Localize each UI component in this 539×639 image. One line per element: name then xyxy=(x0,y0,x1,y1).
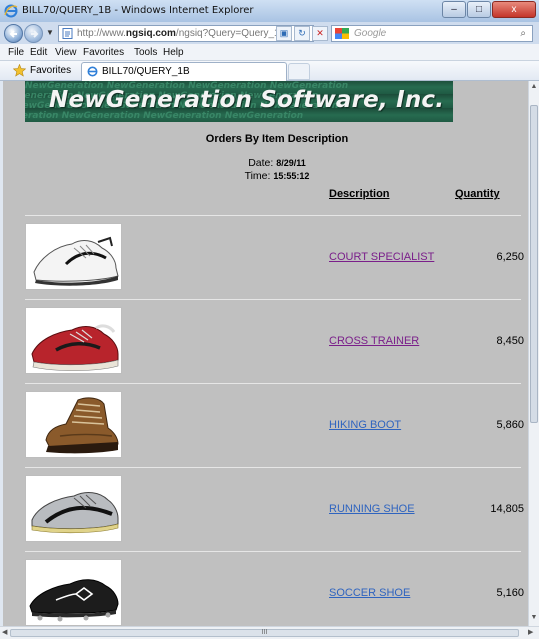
tab-title: BILL70/QUERY_1B xyxy=(102,66,190,77)
item-quantity: 14,805 xyxy=(490,503,524,515)
history-dropdown-icon[interactable]: ▼ xyxy=(46,28,54,37)
menu-view[interactable]: View xyxy=(55,47,77,58)
new-tab-button[interactable] xyxy=(288,63,310,80)
item-link[interactable]: COURT SPECIALIST xyxy=(329,251,434,263)
refresh-icon[interactable]: ↻ xyxy=(294,26,310,41)
item-quantity: 8,450 xyxy=(496,335,524,347)
row-separator xyxy=(25,215,521,216)
horizontal-scrollbar[interactable]: ◀ III ▶ xyxy=(0,626,539,639)
favorites-star-icon[interactable] xyxy=(13,64,26,77)
vertical-scrollbar[interactable]: ▲ ▼ xyxy=(528,81,539,626)
item-link[interactable]: CROSS TRAINER xyxy=(329,335,419,347)
item-link[interactable]: HIKING BOOT xyxy=(329,419,401,431)
cross-trainer-shoe-image xyxy=(25,307,122,374)
back-arrow-icon xyxy=(9,30,17,38)
forward-arrow-icon xyxy=(31,30,39,38)
compatibility-view-icon[interactable]: ▣ xyxy=(276,26,292,41)
scroll-up-icon[interactable]: ▲ xyxy=(530,83,538,91)
back-button[interactable] xyxy=(4,24,23,43)
soccer-shoe-image xyxy=(25,559,122,626)
item-link[interactable]: SOCCER SHOE xyxy=(329,587,410,599)
scroll-down-icon[interactable]: ▼ xyxy=(530,614,538,622)
row-separator xyxy=(25,299,521,300)
hiking-boot-image xyxy=(25,391,122,458)
ie-page-icon xyxy=(87,66,98,77)
menu-tools[interactable]: Tools xyxy=(134,47,157,58)
item-quantity: 5,860 xyxy=(496,419,524,431)
stop-icon[interactable]: ✕ xyxy=(312,26,328,41)
favorites-button[interactable]: Favorites xyxy=(30,65,71,76)
row-separator xyxy=(25,467,521,468)
item-quantity: 5,160 xyxy=(496,587,524,599)
close-button[interactable]: x xyxy=(492,1,536,18)
row-separator xyxy=(25,383,521,384)
court-specialist-shoe-image xyxy=(25,223,122,290)
search-icon[interactable]: ⌕ xyxy=(520,26,526,41)
horizontal-scroll-thumb[interactable]: III xyxy=(10,629,519,637)
company-logo-text: NewGeneration Software, Inc. xyxy=(49,87,445,113)
menu-file[interactable]: File xyxy=(8,47,24,58)
item-quantity: 6,250 xyxy=(496,251,524,263)
search-input[interactable]: Google ⌕ xyxy=(331,25,533,42)
vertical-scroll-thumb[interactable] xyxy=(530,105,538,423)
page-icon xyxy=(62,28,73,39)
window-title-bar: BILL70/QUERY_1B - Windows Internet Explo… xyxy=(0,0,539,22)
menu-bar: File Edit View Favorites Tools Help xyxy=(0,44,539,61)
column-header-description: Description xyxy=(329,188,390,200)
menu-edit[interactable]: Edit xyxy=(30,47,47,58)
report-date: Date: 8/29/11 xyxy=(248,157,306,169)
address-toolbar: ▼ http://www.ngsiq.com/ngsiq?Query=Query… xyxy=(0,22,539,44)
item-link[interactable]: RUNNING SHOE xyxy=(329,503,415,515)
report-title: Orders By Item Description xyxy=(205,133,349,145)
page-content: NewGeneration NewGeneration NewGeneratio… xyxy=(0,81,528,626)
scroll-right-icon[interactable]: ▶ xyxy=(528,628,533,636)
google-icon xyxy=(335,28,349,39)
maximize-button[interactable]: □ xyxy=(467,1,491,18)
column-header-quantity: Quantity xyxy=(455,188,500,200)
scroll-left-icon[interactable]: ◀ xyxy=(2,628,7,636)
company-logo-banner: NewGeneration NewGeneration NewGeneratio… xyxy=(25,81,453,122)
favorites-bar: Favorites BILL70/QUERY_1B xyxy=(0,61,539,81)
browser-tab-active[interactable]: BILL70/QUERY_1B xyxy=(81,62,287,81)
window-title: BILL70/QUERY_1B - Windows Internet Explo… xyxy=(22,5,254,16)
row-separator xyxy=(25,551,521,552)
running-shoe-image xyxy=(25,475,122,542)
menu-help[interactable]: Help xyxy=(163,47,184,58)
minimize-button[interactable]: – xyxy=(442,1,466,18)
forward-button[interactable] xyxy=(24,24,43,43)
internet-explorer-icon xyxy=(4,4,18,18)
report-time: Time: 15:55:12 xyxy=(244,170,310,182)
menu-favorites[interactable]: Favorites xyxy=(83,47,124,58)
